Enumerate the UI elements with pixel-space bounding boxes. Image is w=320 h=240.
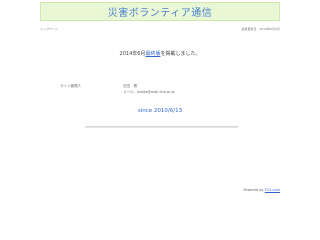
divider bbox=[85, 126, 238, 128]
update-notice: 2014年6月最終版を掲載しました。 bbox=[0, 50, 320, 57]
page: 災害ボランティア通信 トップページ 最終更新日：2014年6月4日 2014年6… bbox=[0, 0, 320, 240]
topbar-home-link[interactable]: トップページ bbox=[40, 27, 58, 31]
footer: Powered by FC2.com bbox=[243, 188, 280, 192]
notice-prefix: 2014年6月 bbox=[119, 51, 146, 57]
notice-link[interactable]: 最終版 bbox=[145, 51, 160, 57]
footer-link[interactable]: FC2.com bbox=[265, 188, 280, 192]
admin-label: サイト管理人 bbox=[60, 84, 81, 88]
admin-email: メール：ishida@mail.fcm.or.jp bbox=[123, 90, 175, 94]
notice-suffix: を掲載しました。 bbox=[160, 51, 201, 57]
admin-name: 石田 博 bbox=[123, 84, 137, 88]
header-banner: 災害ボランティア通信 bbox=[40, 2, 280, 21]
last-updated-text: 最終更新日：2014年6月4日 bbox=[241, 27, 280, 31]
since-date: since 2010/6/13 bbox=[137, 108, 183, 114]
footer-prefix: Powered by bbox=[243, 188, 265, 192]
site-title: 災害ボランティア通信 bbox=[107, 8, 213, 19]
